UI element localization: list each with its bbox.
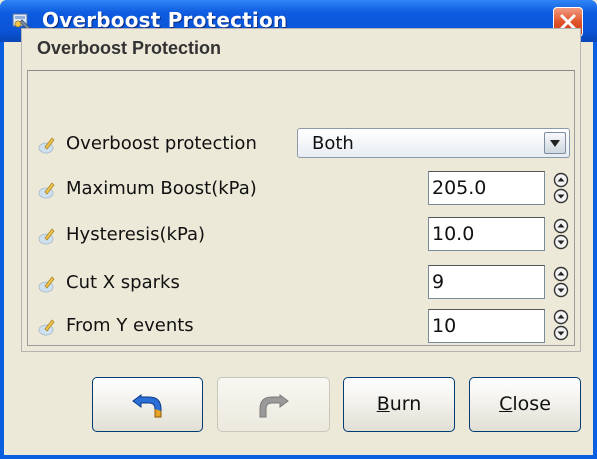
undo-button[interactable] (92, 377, 203, 432)
maximum-boost-label: Maximum Boost(kPa) (66, 178, 257, 199)
cut-x-sparks-input[interactable]: 9 (428, 265, 545, 299)
from-y-events-label: From Y events (66, 315, 194, 336)
group-title: Overboost Protection (37, 38, 222, 58)
maximum-boost-value: 205.0 (432, 177, 487, 199)
from-y-events-value: 10 (432, 315, 457, 337)
dialog-window: Overboost Protection Overboost Protectio… (0, 0, 597, 459)
from-y-events-input[interactable]: 10 (428, 309, 545, 343)
hysteresis-spinner[interactable] (553, 218, 569, 250)
redo-arrow-icon (259, 394, 289, 418)
close-button-label: Close (499, 393, 551, 415)
burn-button[interactable]: Burn (343, 377, 455, 432)
overboost-protection-label: Overboost protection (66, 133, 257, 154)
edit-pencil-icon (38, 319, 55, 336)
overboost-protection-value: Both (312, 133, 354, 154)
hysteresis-input[interactable]: 10.0 (428, 217, 545, 251)
edit-pencil-icon (38, 137, 55, 154)
close-button[interactable]: Close (469, 377, 581, 432)
cut-x-sparks-spinner[interactable] (553, 266, 569, 298)
hysteresis-label: Hysteresis(kPa) (66, 224, 206, 245)
edit-pencil-icon (38, 228, 55, 245)
from-y-events-spinner[interactable] (553, 309, 569, 341)
cut-x-sparks-value: 9 (432, 271, 445, 293)
maximum-boost-input[interactable]: 205.0 (428, 171, 545, 205)
undo-arrow-icon (132, 394, 162, 418)
redo-button[interactable] (217, 377, 330, 432)
edit-pencil-icon (38, 182, 55, 199)
chevron-down-icon (550, 140, 560, 147)
dropdown-button[interactable] (544, 132, 566, 154)
edit-pencil-icon (38, 276, 55, 293)
settings-panel (27, 70, 575, 346)
cut-x-sparks-label: Cut X sparks (66, 272, 180, 293)
maximum-boost-spinner[interactable] (553, 172, 569, 204)
hysteresis-value: 10.0 (432, 223, 475, 245)
overboost-protection-select[interactable]: Both (297, 128, 570, 158)
burn-button-label: Burn (376, 393, 422, 415)
